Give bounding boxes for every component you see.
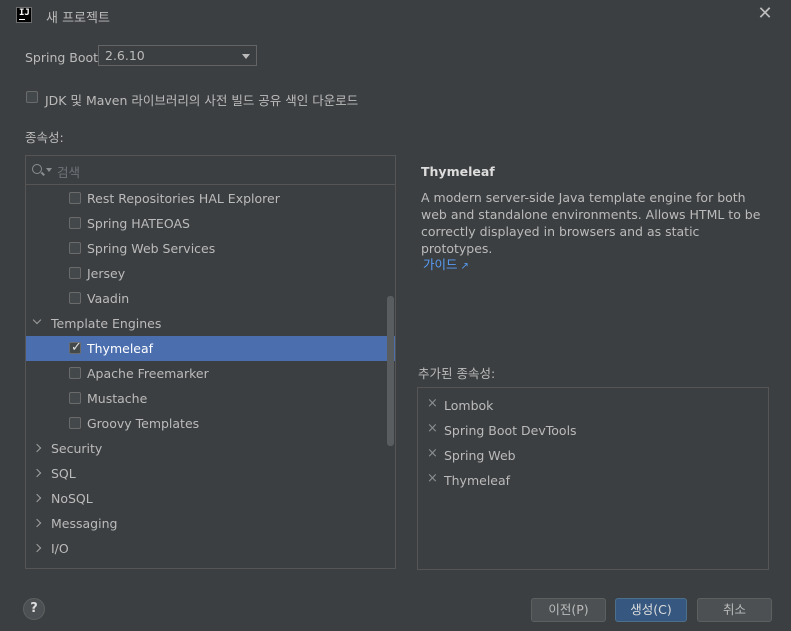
dependency-label: Apache Freemarker — [87, 366, 209, 381]
dependency-checkbox[interactable] — [69, 192, 81, 204]
dependencies-tree[interactable]: 검색 Rest Repositories HAL Explorer Spring … — [25, 155, 396, 569]
dependency-label: Spring Web Services — [87, 241, 216, 256]
dependency-search[interactable]: 검색 — [26, 156, 395, 185]
dependency-label: Spring HATEOAS — [87, 216, 190, 231]
added-dependency-item: × Thymeleaf — [418, 471, 768, 493]
tree-group-label: SQL — [51, 466, 76, 481]
dependency-label: Mustache — [87, 391, 148, 406]
dependency-checkbox[interactable] — [69, 340, 82, 355]
title-bar: IJ 새 프로젝트 ✕ — [0, 0, 791, 30]
added-dependency-name: Thymeleaf — [444, 473, 511, 488]
tree-item[interactable]: Groovy Templates — [26, 411, 395, 436]
dependency-label: Vaadin — [87, 291, 130, 306]
dependencies-label: 종속성: — [25, 130, 64, 145]
dependency-detail-description: A modern server-side Java template engin… — [421, 190, 761, 256]
dependency-checkbox[interactable] — [69, 242, 81, 254]
dependency-label: Rest Repositories HAL Explorer — [87, 191, 280, 206]
chevron-right-icon[interactable] — [32, 468, 42, 478]
window-title: 새 프로젝트 — [46, 11, 110, 26]
chevron-right-icon[interactable] — [32, 543, 42, 553]
guide-link[interactable]: 가이드 ↗ — [423, 254, 469, 273]
added-dependencies-list: × Lombok × Spring Boot DevTools × Spring Web ×… — [417, 387, 769, 570]
chevron-right-icon[interactable] — [32, 443, 42, 453]
guide-link-text[interactable]: 가이드 — [423, 257, 458, 272]
dependency-checkbox[interactable] — [69, 392, 81, 404]
tree-item[interactable]: Apache Freemarker — [26, 361, 395, 386]
search-placeholder: 검색 — [57, 165, 81, 180]
tree-group[interactable]: O — [26, 561, 395, 568]
remove-icon[interactable]: × — [427, 421, 438, 436]
external-link-icon: ↗ — [460, 261, 469, 272]
previous-button[interactable]: 이전(P) — [531, 598, 606, 622]
added-dependency-item: × Spring Boot DevTools — [418, 421, 768, 443]
dependency-label: Thymeleaf — [87, 341, 154, 356]
tree-group-label: I/O — [51, 541, 69, 556]
tree-group[interactable]: NoSQL — [26, 486, 395, 511]
tree-group[interactable]: Security — [26, 436, 395, 461]
remove-icon[interactable]: × — [427, 471, 438, 486]
create-button[interactable]: 생성(C) — [615, 598, 687, 622]
tree-item[interactable]: Jersey — [26, 261, 395, 286]
search-options-icon[interactable] — [46, 168, 52, 172]
download-index-checkbox[interactable] — [26, 91, 38, 103]
tree-item[interactable]: Mustache — [26, 386, 395, 411]
chevron-right-icon[interactable] — [32, 518, 42, 528]
dependency-detail-title: Thymeleaf — [421, 164, 495, 179]
dependency-label: Groovy Templates — [87, 416, 200, 431]
download-index-label[interactable]: JDK 및 Maven 라이브러리의 사전 빌드 공유 색인 다운로드 — [45, 90, 358, 109]
tree-group[interactable]: I/O — [26, 536, 395, 561]
tree-item[interactable]: Rest Repositories HAL Explorer — [26, 186, 395, 211]
tree-group-label: Template Engines — [51, 316, 162, 331]
dependency-checkbox[interactable] — [69, 267, 81, 279]
remove-icon[interactable]: × — [427, 396, 438, 411]
search-icon — [32, 164, 42, 174]
chevron-down-icon[interactable] — [32, 315, 42, 325]
dependency-checkbox[interactable] — [69, 217, 81, 229]
spring-boot-version-value: 2.6.10 — [105, 48, 145, 63]
tree-item[interactable]: Vaadin — [26, 286, 395, 311]
dependency-checkbox[interactable] — [69, 367, 81, 379]
tree-item[interactable]: Spring Web Services — [26, 236, 395, 261]
dependency-label: Jersey — [87, 266, 126, 281]
tree-item[interactable]: Spring HATEOAS — [26, 211, 395, 236]
tree-group-label: NoSQL — [51, 491, 93, 506]
added-dependency-name: Spring Web — [444, 448, 516, 463]
tree-group-label: O — [51, 566, 61, 568]
cancel-button[interactable]: 취소 — [697, 598, 772, 622]
spring-boot-label: Spring Boot: — [25, 50, 103, 65]
tree-group[interactable]: Template Engines — [26, 311, 395, 336]
added-dependencies-label: 추가된 종속성: — [418, 366, 496, 381]
tree-item[interactable]: Thymeleaf — [26, 336, 395, 361]
added-dependency-item: × Spring Web — [418, 446, 768, 468]
remove-icon[interactable]: × — [427, 446, 438, 461]
tree-group[interactable]: Messaging — [26, 511, 395, 536]
help-button[interactable]: ? — [23, 598, 45, 620]
added-dependency-item: × Lombok — [418, 396, 768, 418]
tree-group-label: Security — [51, 441, 103, 456]
spring-boot-version-select[interactable]: 2.6.10 — [98, 45, 257, 66]
tree-scrollbar[interactable] — [387, 296, 394, 446]
added-dependency-name: Lombok — [444, 398, 494, 413]
close-icon[interactable]: ✕ — [756, 4, 774, 24]
dependency-checkbox[interactable] — [69, 417, 81, 429]
tree-group[interactable]: SQL — [26, 461, 395, 486]
added-dependency-name: Spring Boot DevTools — [444, 423, 577, 438]
intellij-logo-icon: IJ — [16, 7, 32, 23]
tree-group-label: Messaging — [51, 516, 118, 531]
dependency-checkbox[interactable] — [69, 292, 81, 304]
chevron-down-icon — [242, 54, 250, 59]
chevron-right-icon[interactable] — [32, 493, 42, 503]
